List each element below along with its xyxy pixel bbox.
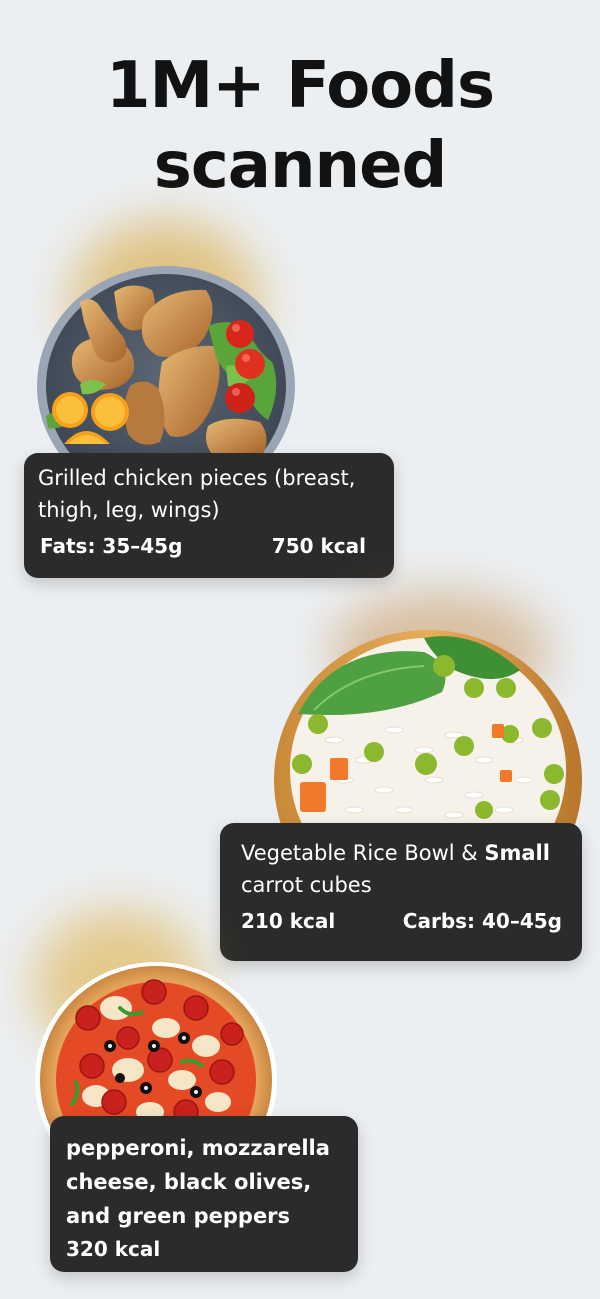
food-card-chicken[interactable]: Grilled chicken pieces (breast, thigh, l… <box>24 453 394 578</box>
carbs-stat: Carbs: 40–45g <box>402 909 562 933</box>
title-line-1: 1M+ Foods <box>105 49 495 123</box>
kcal-stat: 750 kcal <box>271 534 366 558</box>
title-line-2: scanned <box>153 129 448 203</box>
fats-stat: Fats: 35–45g <box>40 534 183 558</box>
food-card-pizza[interactable]: pepperoni, mozzarella cheese, black oliv… <box>50 1116 358 1272</box>
nutrition-row: Fats: 35–45g 750 kcal <box>38 534 380 558</box>
food-image-pizza[interactable] <box>35 962 280 1198</box>
rice-bowl-illustration <box>274 630 582 930</box>
food-description-line-2: carrot cubes <box>241 873 372 897</box>
food-image-chicken[interactable] <box>36 266 296 506</box>
kcal-stat: 320 kcal <box>66 1237 161 1261</box>
food-card-rice-bowl[interactable]: Vegetable Rice Bowl & Small carrot cubes… <box>220 823 582 961</box>
food-description: pepperoni, mozzarella cheese, black oliv… <box>66 1136 330 1228</box>
page-title: 1M+ Foods scanned <box>0 46 600 206</box>
food-description: Grilled chicken pieces (breast, thigh, l… <box>38 466 356 522</box>
food-image-rice-bowl[interactable] <box>274 630 584 930</box>
chicken-plate-illustration <box>37 266 295 506</box>
nutrition-row: 210 kcal Carbs: 40–45g <box>241 909 562 933</box>
food-description-regular: Vegetable Rice Bowl & <box>241 841 485 865</box>
pizza-illustration <box>35 962 277 1198</box>
kcal-stat: 210 kcal <box>241 909 336 933</box>
food-description-bold: Small <box>484 841 550 865</box>
food-description: Vegetable Rice Bowl & Small carrot cubes <box>241 837 562 901</box>
